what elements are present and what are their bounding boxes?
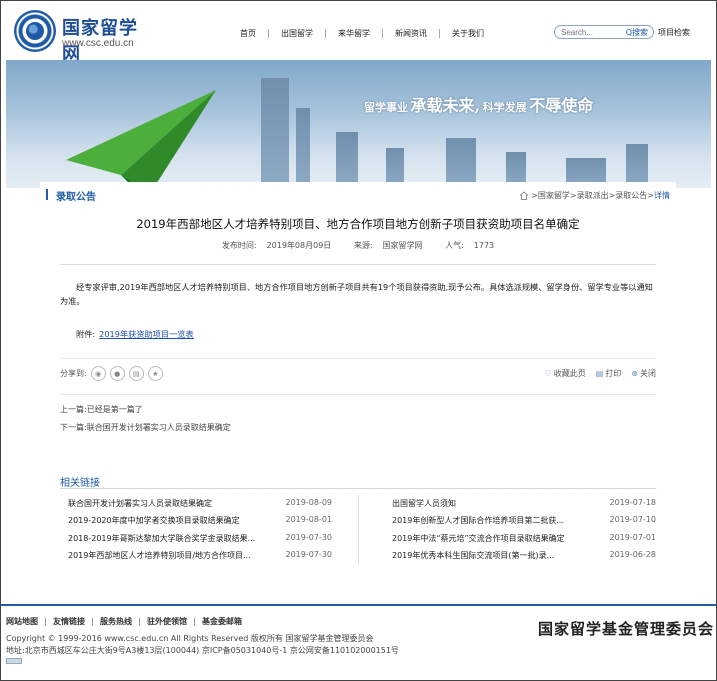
divider: [60, 264, 656, 265]
article-title: 2019年西部地区人才培养特别项目、地方合作项目地方创新子项目获资助项目名单确定: [136, 217, 580, 231]
address: 地址:北京市西城区车公庄大街9号A3楼13层(100044) 京ICP备0503…: [6, 646, 399, 655]
column-divider: [358, 494, 359, 564]
footer-link-hotline[interactable]: 服务热线: [100, 616, 132, 627]
view-count: 1773: [473, 241, 495, 250]
home-icon[interactable]: [519, 191, 529, 200]
prev-article: 上一篇:已经是第一篇了: [60, 405, 143, 414]
search-button[interactable]: Q搜索: [626, 27, 648, 38]
footer-link-divider: [45, 617, 46, 626]
logo-emblem-icon: [14, 10, 56, 52]
content-panel: 录取公告 > 国家留学 > 录取派出 > 录取公告 > 详情 2019年西部地区…: [40, 182, 676, 600]
attachment: 附件: 2019年获资助项目一览表: [76, 329, 194, 339]
divider: [60, 394, 656, 395]
paper-plane-icon: [66, 90, 216, 188]
nav-study-in-china[interactable]: 来华留学: [326, 28, 382, 39]
footer-link-divider: [139, 617, 140, 626]
divider: [60, 358, 656, 359]
site-header: 国家留学网 www.csc.edu.cn 首页 出国留学 来华留学 新闻资讯 关…: [0, 0, 717, 65]
list-item[interactable]: 2019年创新型人才国际合作培养项目第二批获... 2019-07-10: [384, 513, 656, 530]
site-logo[interactable]: 国家留学网 www.csc.edu.cn: [14, 10, 154, 65]
main-nav: 首页 出国留学 来华留学 新闻资讯 关于我们: [228, 26, 496, 40]
footer-link-divider: [194, 617, 195, 626]
prev-article-value: 已经是第一篇了: [86, 405, 143, 414]
copyright: Copyright © 1999-2016 www.csc.edu.cn All…: [6, 634, 374, 643]
section-accent-bar: [46, 189, 48, 200]
breadcrumb: > 国家留学 > 录取派出 > 录取公告 > 详情: [519, 190, 670, 201]
project-search-link[interactable]: 项目检索: [658, 27, 690, 38]
printer-icon: ▤: [595, 369, 604, 378]
heart-icon: ♡: [544, 369, 552, 378]
search-box: Q搜索: [554, 25, 654, 39]
section-header: 录取公告 > 国家留学 > 录取派出 > 录取公告 > 详情: [46, 187, 670, 203]
breadcrumb-item[interactable]: 录取派出: [577, 190, 609, 201]
share-bar: 分享到: ◉ ● ▤ ★: [60, 366, 163, 381]
list-item[interactable]: 2019年优秀本科生国际交流项目(第一批)录... 2019-06-28: [384, 548, 656, 565]
footer-links: 网站地图 友情链接 服务热线 驻外使领馆 基金委邮箱: [6, 616, 242, 627]
close-icon: ⊗: [631, 369, 638, 378]
next-article: 下一篇:联合国开发计划署实习人员录取结果确定: [60, 423, 231, 432]
wechat-icon[interactable]: ●: [109, 366, 125, 381]
attachment-link[interactable]: 2019年获资助项目一览表: [99, 329, 194, 339]
next-article-link[interactable]: 联合国开发计划署实习人员录取结果确定: [87, 423, 231, 432]
favorite-button[interactable]: ♡ 收藏此页: [545, 368, 586, 379]
share-label: 分享到:: [60, 369, 87, 378]
related-links-title: 相关链接: [60, 478, 100, 489]
article-meta: 发布时间: 2019年08月09日 来源: 国家留学网 人气: 1773: [221, 241, 495, 250]
skyline-building: [336, 132, 358, 188]
footer-divider: [0, 604, 717, 606]
list-item[interactable]: 2019年中法“蔡元培”交流合作项目录取结果确定 2019-07-01: [384, 531, 656, 548]
nav-study-abroad[interactable]: 出国留学: [269, 28, 325, 39]
breadcrumb-item[interactable]: 国家留学: [538, 190, 570, 201]
publish-date: 2019年08月09日: [266, 241, 332, 250]
doc-icon[interactable]: ▤: [128, 366, 144, 381]
article-source: 国家留学网: [382, 241, 423, 250]
list-item[interactable]: 联合国开发计划署实习人员录取结果确定 2019-08-09: [60, 496, 332, 513]
star-icon[interactable]: ★: [147, 366, 163, 381]
skyline-building: [446, 138, 476, 188]
footer-link-friends[interactable]: 友情链接: [53, 616, 85, 627]
article-body: 经专家评审,2019年西部地区人才培养特别项目、地方合作项目地方创新子项目共有1…: [60, 282, 653, 306]
skyline-building: [296, 108, 310, 188]
gov-badge-icon[interactable]: [6, 658, 22, 664]
divider: [60, 488, 656, 489]
hero-banner: 留学事业 承载未来, 科学发展 不辱使命: [6, 60, 711, 188]
section-title: 录取公告: [56, 192, 96, 203]
list-item[interactable]: 2019-2020年度中加学者交换项目录取结果确定 2019-08-01: [60, 513, 332, 530]
footer-brand: 国家留学基金管理委员会: [538, 620, 715, 638]
footer-link-email[interactable]: 基金委邮箱: [202, 616, 242, 627]
nav-home[interactable]: 首页: [228, 28, 268, 39]
related-list-left: 联合国开发计划署实习人员录取结果确定 2019-08-09 2019-2020年度…: [60, 496, 332, 565]
close-button[interactable]: ⊗ 关闭: [631, 368, 656, 379]
search-input[interactable]: [561, 27, 619, 38]
nav-news[interactable]: 新闻资讯: [383, 28, 439, 39]
print-button[interactable]: ▤ 打印: [596, 368, 622, 379]
footer-link-divider: [92, 617, 93, 626]
article-tools: ♡ 收藏此页 ▤ 打印 ⊗ 关闭: [535, 368, 656, 379]
breadcrumb-current: 详情: [654, 191, 670, 200]
list-item[interactable]: 2019年西部地区人才培养特别项目/地方合作项目... 2019-07-30: [60, 548, 332, 565]
nav-about[interactable]: 关于我们: [440, 28, 496, 39]
breadcrumb-item[interactable]: 录取公告: [615, 190, 647, 201]
list-item[interactable]: 2018-2019年哥斯达黎加大学联合奖学金录取结果... 2019-07-30: [60, 531, 332, 548]
skyline-building: [261, 78, 289, 188]
list-item[interactable]: 出国留学人员须知 2019-07-18: [384, 496, 656, 513]
footer-link-embassies[interactable]: 驻外使领馆: [147, 616, 187, 627]
weibo-icon[interactable]: ◉: [90, 366, 106, 381]
logo-url: www.csc.edu.cn: [62, 38, 134, 49]
related-list-right: 出国留学人员须知 2019-07-18 2019年创新型人才国际合作培养项目第二批…: [384, 496, 656, 565]
footer-link-sitemap[interactable]: 网站地图: [6, 616, 38, 627]
banner-slogan: 留学事业 承载未来, 科学发展 不辱使命: [364, 96, 594, 115]
